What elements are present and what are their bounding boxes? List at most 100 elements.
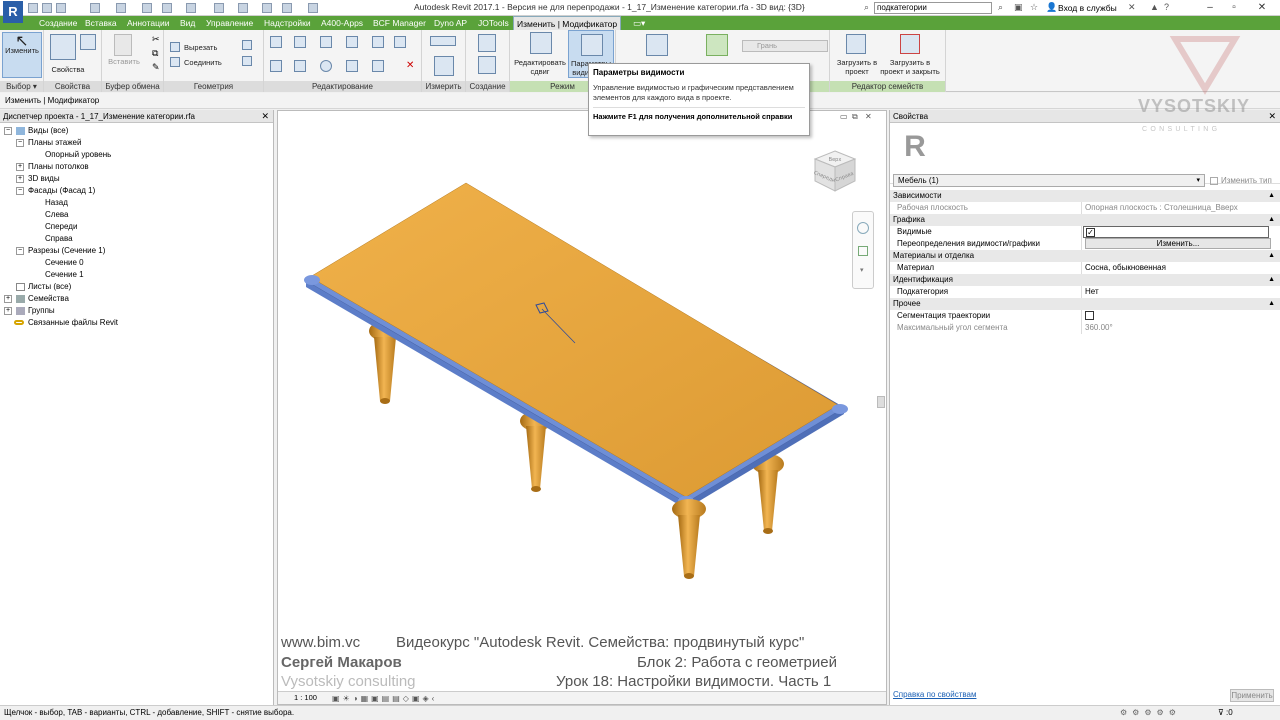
tree-item-families[interactable]: + Семейства xyxy=(4,293,69,305)
undo-icon[interactable] xyxy=(90,3,100,13)
tree-item-revit-links[interactable]: Связанные файлы Revit xyxy=(14,317,118,329)
split-face-icon[interactable] xyxy=(242,56,252,66)
offset-icon[interactable] xyxy=(294,36,306,48)
vg-edit-button[interactable]: Изменить... xyxy=(1085,238,1271,249)
prop-value[interactable]: Нет xyxy=(1083,286,1273,298)
array-icon[interactable] xyxy=(372,60,384,72)
tab-overflow-icon[interactable]: ▭▾ xyxy=(630,16,648,30)
tab-a400[interactable]: A400-Apps xyxy=(318,16,366,30)
properties-icon[interactable] xyxy=(50,34,76,60)
tree-item-3d-views[interactable]: +3D виды xyxy=(16,173,60,185)
expand-icon[interactable]: + xyxy=(16,174,24,183)
move-icon[interactable] xyxy=(270,60,282,72)
table-leg-front[interactable] xyxy=(672,499,706,579)
tree-item-sections[interactable]: − Разрезы (Сечение 1) xyxy=(16,245,105,257)
dimension-icon[interactable] xyxy=(434,56,454,76)
edit-sweep-button[interactable]: Редактировать сдвиг xyxy=(512,58,568,76)
zoom-icon[interactable] xyxy=(858,246,868,256)
tree-item-views[interactable]: − Виды (все) xyxy=(4,125,68,137)
tab-modify-modifier[interactable]: Изменить | Модификатор xyxy=(513,16,622,30)
filter-icon[interactable]: ⊽ xyxy=(1218,706,1224,720)
delete-icon[interactable]: ✕ xyxy=(406,60,414,71)
measure-icon[interactable] xyxy=(162,3,172,13)
wall-join-icon[interactable] xyxy=(242,40,252,50)
expand-icon[interactable]: + xyxy=(4,306,12,315)
form-icon[interactable] xyxy=(646,34,668,56)
communication-icon[interactable]: ☆ xyxy=(1030,2,1038,13)
section-icon[interactable] xyxy=(262,3,272,13)
selection-filter-icons[interactable]: ⚙⚙⚙⚙⚙ xyxy=(1120,706,1181,720)
select-panel-label[interactable]: Выбор ▾ xyxy=(0,81,43,92)
tree-item-elevations[interactable]: − Фасады (Фасад 1) xyxy=(16,185,95,197)
collapse-icon[interactable]: ▲ xyxy=(1268,214,1275,226)
tree-item-back[interactable]: Назад xyxy=(45,197,68,209)
tree-item-front[interactable]: Спереди xyxy=(45,221,77,233)
tree-item-groups[interactable]: + Группы xyxy=(4,305,55,317)
prop-group-other[interactable]: Прочее ▲ xyxy=(890,298,1280,310)
tree-item-ceiling-plans[interactable]: + Планы потолков xyxy=(16,161,89,173)
copy-element-icon[interactable] xyxy=(294,60,306,72)
face-selector[interactable]: Грань xyxy=(742,40,828,52)
binoculars-icon[interactable]: ⌕ xyxy=(864,2,869,13)
measure-distance-icon[interactable] xyxy=(430,36,456,46)
tree-item-ref-level[interactable]: Опорный уровень xyxy=(45,149,111,161)
properties-help-link[interactable]: Справка по свойствам xyxy=(893,690,976,699)
search-icon[interactable]: ⌕ xyxy=(998,2,1003,13)
tree-item-right[interactable]: Справа xyxy=(45,233,73,245)
tree-item-section-1[interactable]: Сечение 1 xyxy=(45,269,84,281)
account-icon[interactable]: ▲ xyxy=(1150,2,1159,12)
revit-logo-button[interactable]: R xyxy=(3,1,23,23)
print-icon[interactable] xyxy=(142,3,152,13)
collapse-icon[interactable]: ▲ xyxy=(1268,298,1275,310)
prop-row-subcategory[interactable]: Подкатегория Нет xyxy=(890,286,1280,298)
load-into-project-button[interactable]: Загрузить в проект xyxy=(834,58,880,76)
nav-menu-icon[interactable]: ▾ xyxy=(860,266,864,274)
text-icon[interactable] xyxy=(214,3,224,13)
view-control-icons[interactable]: ▣☀◑▦▣▤▤◇▣◈‹ xyxy=(332,693,437,705)
restore-icon[interactable]: ▫ xyxy=(1222,0,1246,15)
tree-item-sheets[interactable]: Листы (все) xyxy=(16,281,71,293)
tree-item-floor-plans[interactable]: − Планы этажей xyxy=(16,137,81,149)
paste-button[interactable]: Вставить xyxy=(104,57,144,66)
exchange-icon[interactable]: ✕ xyxy=(1128,2,1136,13)
3d-viewport[interactable]: ▭ ⧉ ✕ Верх Спереди Справа ▾ www.bim.vc В… xyxy=(277,110,887,705)
align-icon[interactable] xyxy=(270,36,282,48)
create-similar-icon[interactable] xyxy=(478,34,496,52)
collapse-icon[interactable]: − xyxy=(16,246,24,255)
prop-row-material[interactable]: Материал Сосна, обыкновенная xyxy=(890,262,1280,274)
tag-icon[interactable] xyxy=(186,3,196,13)
switch-window-icon[interactable] xyxy=(308,3,318,13)
segmentation-checkbox[interactable] xyxy=(1085,311,1094,321)
cut-geometry-icon[interactable] xyxy=(170,42,180,52)
load-close-button[interactable]: Загрузить в проект и закрыть xyxy=(878,58,942,76)
cut-geometry-button[interactable]: Вырезать xyxy=(184,43,217,52)
instance-filter-dropdown[interactable]: Мебель (1) ▾ xyxy=(893,174,1205,187)
view-scale[interactable]: 1 : 100 xyxy=(294,693,317,702)
close-icon[interactable]: ✕ xyxy=(1250,0,1274,15)
type-properties-icon[interactable] xyxy=(80,34,96,50)
open-icon[interactable] xyxy=(28,3,38,13)
modify-button[interactable]: ↖ Изменить xyxy=(2,32,42,78)
close-icon[interactable]: ✕ xyxy=(1268,110,1276,123)
tree-item-left[interactable]: Слева xyxy=(45,209,69,221)
create-group-icon[interactable] xyxy=(478,56,496,74)
steering-wheel-icon[interactable] xyxy=(857,222,869,234)
copy-icon[interactable]: ⧉ xyxy=(152,48,158,59)
join-icon[interactable] xyxy=(170,57,180,67)
tab-bcf[interactable]: BCF Manager xyxy=(370,16,429,30)
sync-icon[interactable] xyxy=(56,3,66,13)
collapse-icon[interactable]: ▲ xyxy=(1268,274,1275,286)
signin-button[interactable]: Вход в службы xyxy=(1058,3,1117,13)
prop-group-identity[interactable]: Идентификация ▲ xyxy=(890,274,1280,286)
tab-jotools[interactable]: JOTools xyxy=(475,16,512,30)
help-icon[interactable]: ? xyxy=(1164,2,1169,12)
prop-value[interactable]: Сосна, обыкновенная xyxy=(1083,262,1273,274)
split-icon[interactable] xyxy=(372,36,384,48)
load-close-icon[interactable] xyxy=(900,34,920,54)
table-model[interactable] xyxy=(278,111,886,691)
cut-icon[interactable]: ✂ xyxy=(152,34,160,45)
tab-manage[interactable]: Управление xyxy=(203,16,256,30)
subscription-icon[interactable]: ▣ xyxy=(1014,2,1023,13)
3d-view-icon[interactable] xyxy=(238,3,248,13)
tab-insert[interactable]: Вставка xyxy=(82,16,120,30)
